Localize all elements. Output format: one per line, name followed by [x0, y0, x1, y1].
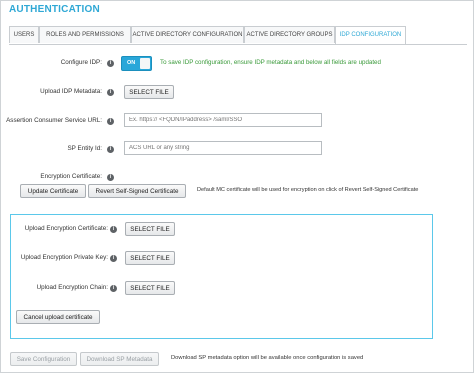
sp-entity-id-label: SP Entity Id:	[67, 145, 102, 152]
upload-idp-metadata-label: Upload IDP Metadata:	[40, 88, 102, 95]
toggle-knob	[140, 58, 150, 69]
tab-active-directory-groups[interactable]: ACTIVE DIRECTORY GROUPS	[244, 26, 335, 43]
page-title: AUTHENTICATION	[9, 4, 100, 15]
upload-encryption-certificate-label: Upload Encryption Certificate:	[24, 225, 108, 232]
configure-idp-note: To save IDP configuration, ensure IDP me…	[160, 59, 381, 66]
save-configuration-button[interactable]: Save Configuration	[10, 352, 77, 366]
upload-encryption-private-key-label: Upload Encryption Private Key:	[20, 254, 108, 261]
info-icon[interactable]: i	[110, 285, 117, 292]
cancel-upload-certificate-button[interactable]: Cancel upload certificate	[16, 310, 100, 324]
update-certificate-button[interactable]: Update Certificate	[20, 184, 86, 198]
revert-self-signed-certificate-button[interactable]: Revert Self-Signed Certificate	[88, 184, 186, 198]
acs-url-input[interactable]	[124, 113, 322, 127]
download-sp-metadata-button[interactable]: Download SP Metadata	[80, 352, 159, 366]
tab-divider	[9, 44, 467, 45]
configure-idp-label: Configure IDP:	[60, 59, 102, 66]
encryption-certificate-note: Default MC certificate will be used for …	[197, 187, 419, 193]
select-encryption-chain-button[interactable]: SELECT FILE	[125, 281, 175, 295]
encryption-certificate-label: Encryption Certificate:	[40, 173, 102, 180]
select-encryption-certificate-button[interactable]: SELECT FILE	[125, 222, 175, 236]
info-icon[interactable]: i	[107, 174, 114, 181]
tab-users[interactable]: USERS	[9, 26, 39, 43]
tab-roles-and-permissions[interactable]: ROLES AND PERMISSIONS	[39, 26, 131, 43]
toggle-on-label: ON	[127, 60, 136, 66]
info-icon[interactable]: i	[110, 255, 117, 262]
upload-encryption-chain-label: Upload Encryption Chain:	[36, 284, 108, 291]
footer-note: Download SP metadata option will be avai…	[171, 355, 364, 361]
select-encryption-private-key-button[interactable]: SELECT FILE	[125, 251, 175, 265]
info-icon[interactable]: i	[107, 118, 114, 125]
tab-idp-configuration[interactable]: IDP CONFIGURATION	[335, 26, 406, 45]
tab-active-directory-configuration[interactable]: ACTIVE DIRECTORY CONFIGURATION	[131, 26, 244, 43]
info-icon[interactable]: i	[110, 226, 117, 233]
info-icon[interactable]: i	[107, 89, 114, 96]
configure-idp-toggle[interactable]: ON	[121, 56, 152, 71]
sp-entity-id-input[interactable]	[124, 141, 322, 155]
info-icon[interactable]: i	[107, 146, 114, 153]
select-idp-metadata-button[interactable]: SELECT FILE	[124, 85, 174, 99]
acs-url-label: Assertion Consumer Service URL:	[6, 117, 102, 124]
info-icon[interactable]: i	[107, 60, 114, 67]
